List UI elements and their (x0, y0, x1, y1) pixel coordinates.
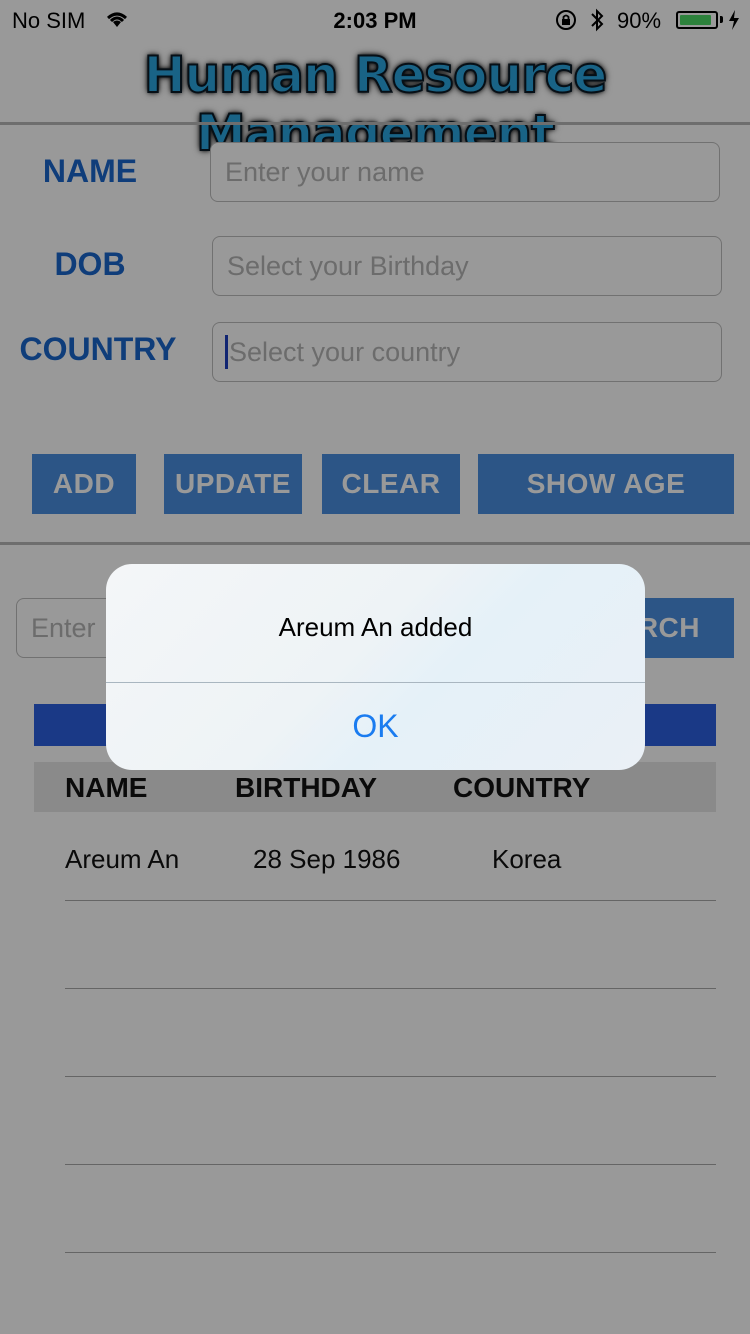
alert-ok-button[interactable]: OK (106, 683, 645, 770)
alert-message: Areum An added (278, 612, 473, 642)
alert-dialog: Areum An added OK (106, 564, 645, 770)
